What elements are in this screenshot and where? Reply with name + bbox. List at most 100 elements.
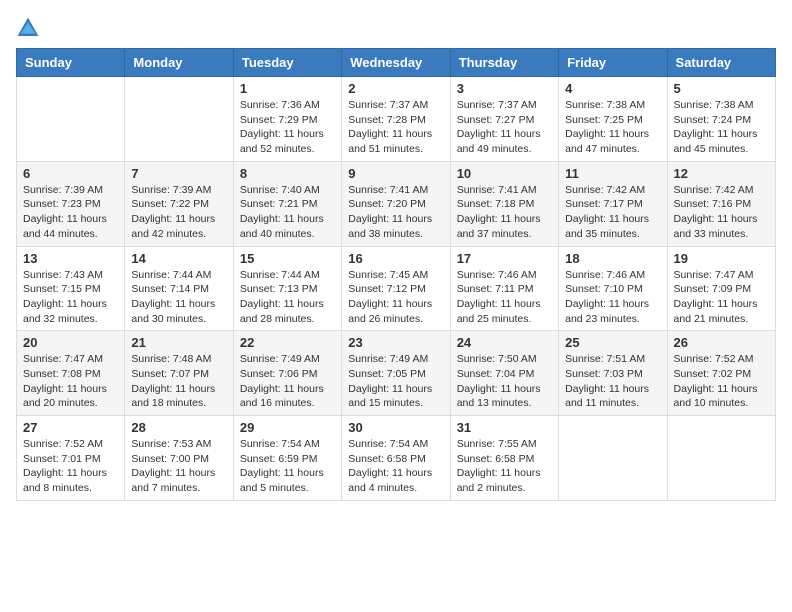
sunrise: Sunrise: 7:52 AM [23,438,103,450]
sunrise: Sunrise: 7:53 AM [131,438,211,450]
day-number: 5 [674,81,769,96]
calendar-cell: 22 Sunrise: 7:49 AM Sunset: 7:06 PM Dayl… [233,331,341,416]
day-number: 21 [131,335,226,350]
daylight: Daylight: 11 hours and 20 minutes. [23,383,107,410]
day-number: 2 [348,81,443,96]
day-number: 7 [131,166,226,181]
day-number: 17 [457,251,552,266]
day-number: 25 [565,335,660,350]
calendar-table: SundayMondayTuesdayWednesdayThursdayFrid… [16,48,776,501]
day-info: Sunrise: 7:37 AM Sunset: 7:28 PM Dayligh… [348,98,443,157]
daylight: Daylight: 11 hours and 35 minutes. [565,213,649,240]
daylight: Daylight: 11 hours and 8 minutes. [23,467,107,494]
calendar-cell: 13 Sunrise: 7:43 AM Sunset: 7:15 PM Dayl… [17,246,125,331]
sunrise: Sunrise: 7:46 AM [565,269,645,281]
day-number: 31 [457,420,552,435]
day-info: Sunrise: 7:38 AM Sunset: 7:25 PM Dayligh… [565,98,660,157]
sunrise: Sunrise: 7:45 AM [348,269,428,281]
sunset: Sunset: 7:02 PM [674,368,752,380]
week-row-2: 6 Sunrise: 7:39 AM Sunset: 7:23 PM Dayli… [17,161,776,246]
day-number: 12 [674,166,769,181]
sunset: Sunset: 7:28 PM [348,114,426,126]
day-number: 30 [348,420,443,435]
daylight: Daylight: 11 hours and 11 minutes. [565,383,649,410]
day-number: 3 [457,81,552,96]
day-number: 13 [23,251,118,266]
sunrise: Sunrise: 7:40 AM [240,184,320,196]
calendar-cell: 8 Sunrise: 7:40 AM Sunset: 7:21 PM Dayli… [233,161,341,246]
sunrise: Sunrise: 7:50 AM [457,353,537,365]
sunrise: Sunrise: 7:52 AM [674,353,754,365]
calendar-cell [17,77,125,162]
sunset: Sunset: 7:18 PM [457,198,535,210]
calendar-cell: 24 Sunrise: 7:50 AM Sunset: 7:04 PM Dayl… [450,331,558,416]
calendar-cell: 19 Sunrise: 7:47 AM Sunset: 7:09 PM Dayl… [667,246,775,331]
day-number: 10 [457,166,552,181]
day-info: Sunrise: 7:53 AM Sunset: 7:00 PM Dayligh… [131,437,226,496]
daylight: Daylight: 11 hours and 25 minutes. [457,298,541,325]
day-info: Sunrise: 7:54 AM Sunset: 6:59 PM Dayligh… [240,437,335,496]
day-info: Sunrise: 7:51 AM Sunset: 7:03 PM Dayligh… [565,352,660,411]
daylight: Daylight: 11 hours and 52 minutes. [240,128,324,155]
calendar-cell: 23 Sunrise: 7:49 AM Sunset: 7:05 PM Dayl… [342,331,450,416]
calendar-cell: 3 Sunrise: 7:37 AM Sunset: 7:27 PM Dayli… [450,77,558,162]
calendar-cell: 28 Sunrise: 7:53 AM Sunset: 7:00 PM Dayl… [125,416,233,501]
weekday-header-row: SundayMondayTuesdayWednesdayThursdayFrid… [17,49,776,77]
sunrise: Sunrise: 7:54 AM [240,438,320,450]
sunset: Sunset: 7:12 PM [348,283,426,295]
sunrise: Sunrise: 7:48 AM [131,353,211,365]
day-info: Sunrise: 7:47 AM Sunset: 7:09 PM Dayligh… [674,268,769,327]
sunrise: Sunrise: 7:49 AM [240,353,320,365]
sunrise: Sunrise: 7:41 AM [348,184,428,196]
daylight: Daylight: 11 hours and 26 minutes. [348,298,432,325]
daylight: Daylight: 11 hours and 51 minutes. [348,128,432,155]
calendar-cell: 2 Sunrise: 7:37 AM Sunset: 7:28 PM Dayli… [342,77,450,162]
day-number: 26 [674,335,769,350]
day-info: Sunrise: 7:42 AM Sunset: 7:17 PM Dayligh… [565,183,660,242]
daylight: Daylight: 11 hours and 49 minutes. [457,128,541,155]
sunset: Sunset: 7:21 PM [240,198,318,210]
day-number: 28 [131,420,226,435]
calendar-cell: 12 Sunrise: 7:42 AM Sunset: 7:16 PM Dayl… [667,161,775,246]
day-info: Sunrise: 7:45 AM Sunset: 7:12 PM Dayligh… [348,268,443,327]
sunset: Sunset: 7:01 PM [23,453,101,465]
daylight: Daylight: 11 hours and 38 minutes. [348,213,432,240]
day-info: Sunrise: 7:52 AM Sunset: 7:02 PM Dayligh… [674,352,769,411]
sunset: Sunset: 7:25 PM [565,114,643,126]
day-number: 27 [23,420,118,435]
calendar-cell: 11 Sunrise: 7:42 AM Sunset: 7:17 PM Dayl… [559,161,667,246]
calendar-cell: 30 Sunrise: 7:54 AM Sunset: 6:58 PM Dayl… [342,416,450,501]
weekday-header-tuesday: Tuesday [233,49,341,77]
sunset: Sunset: 7:22 PM [131,198,209,210]
daylight: Daylight: 11 hours and 33 minutes. [674,213,758,240]
sunset: Sunset: 6:58 PM [348,453,426,465]
day-info: Sunrise: 7:40 AM Sunset: 7:21 PM Dayligh… [240,183,335,242]
day-number: 8 [240,166,335,181]
daylight: Daylight: 11 hours and 4 minutes. [348,467,432,494]
sunset: Sunset: 7:14 PM [131,283,209,295]
daylight: Daylight: 11 hours and 5 minutes. [240,467,324,494]
sunrise: Sunrise: 7:37 AM [348,99,428,111]
sunset: Sunset: 7:15 PM [23,283,101,295]
sunrise: Sunrise: 7:38 AM [565,99,645,111]
day-number: 4 [565,81,660,96]
day-number: 1 [240,81,335,96]
daylight: Daylight: 11 hours and 28 minutes. [240,298,324,325]
week-row-3: 13 Sunrise: 7:43 AM Sunset: 7:15 PM Dayl… [17,246,776,331]
daylight: Daylight: 11 hours and 18 minutes. [131,383,215,410]
sunset: Sunset: 6:58 PM [457,453,535,465]
calendar-cell [667,416,775,501]
weekday-header-thursday: Thursday [450,49,558,77]
calendar-cell: 6 Sunrise: 7:39 AM Sunset: 7:23 PM Dayli… [17,161,125,246]
sunset: Sunset: 7:04 PM [457,368,535,380]
calendar-cell [559,416,667,501]
daylight: Daylight: 11 hours and 32 minutes. [23,298,107,325]
calendar-cell: 5 Sunrise: 7:38 AM Sunset: 7:24 PM Dayli… [667,77,775,162]
weekday-header-sunday: Sunday [17,49,125,77]
sunset: Sunset: 6:59 PM [240,453,318,465]
sunset: Sunset: 7:17 PM [565,198,643,210]
day-number: 23 [348,335,443,350]
calendar-cell: 16 Sunrise: 7:45 AM Sunset: 7:12 PM Dayl… [342,246,450,331]
calendar-cell: 17 Sunrise: 7:46 AM Sunset: 7:11 PM Dayl… [450,246,558,331]
sunset: Sunset: 7:11 PM [457,283,534,295]
